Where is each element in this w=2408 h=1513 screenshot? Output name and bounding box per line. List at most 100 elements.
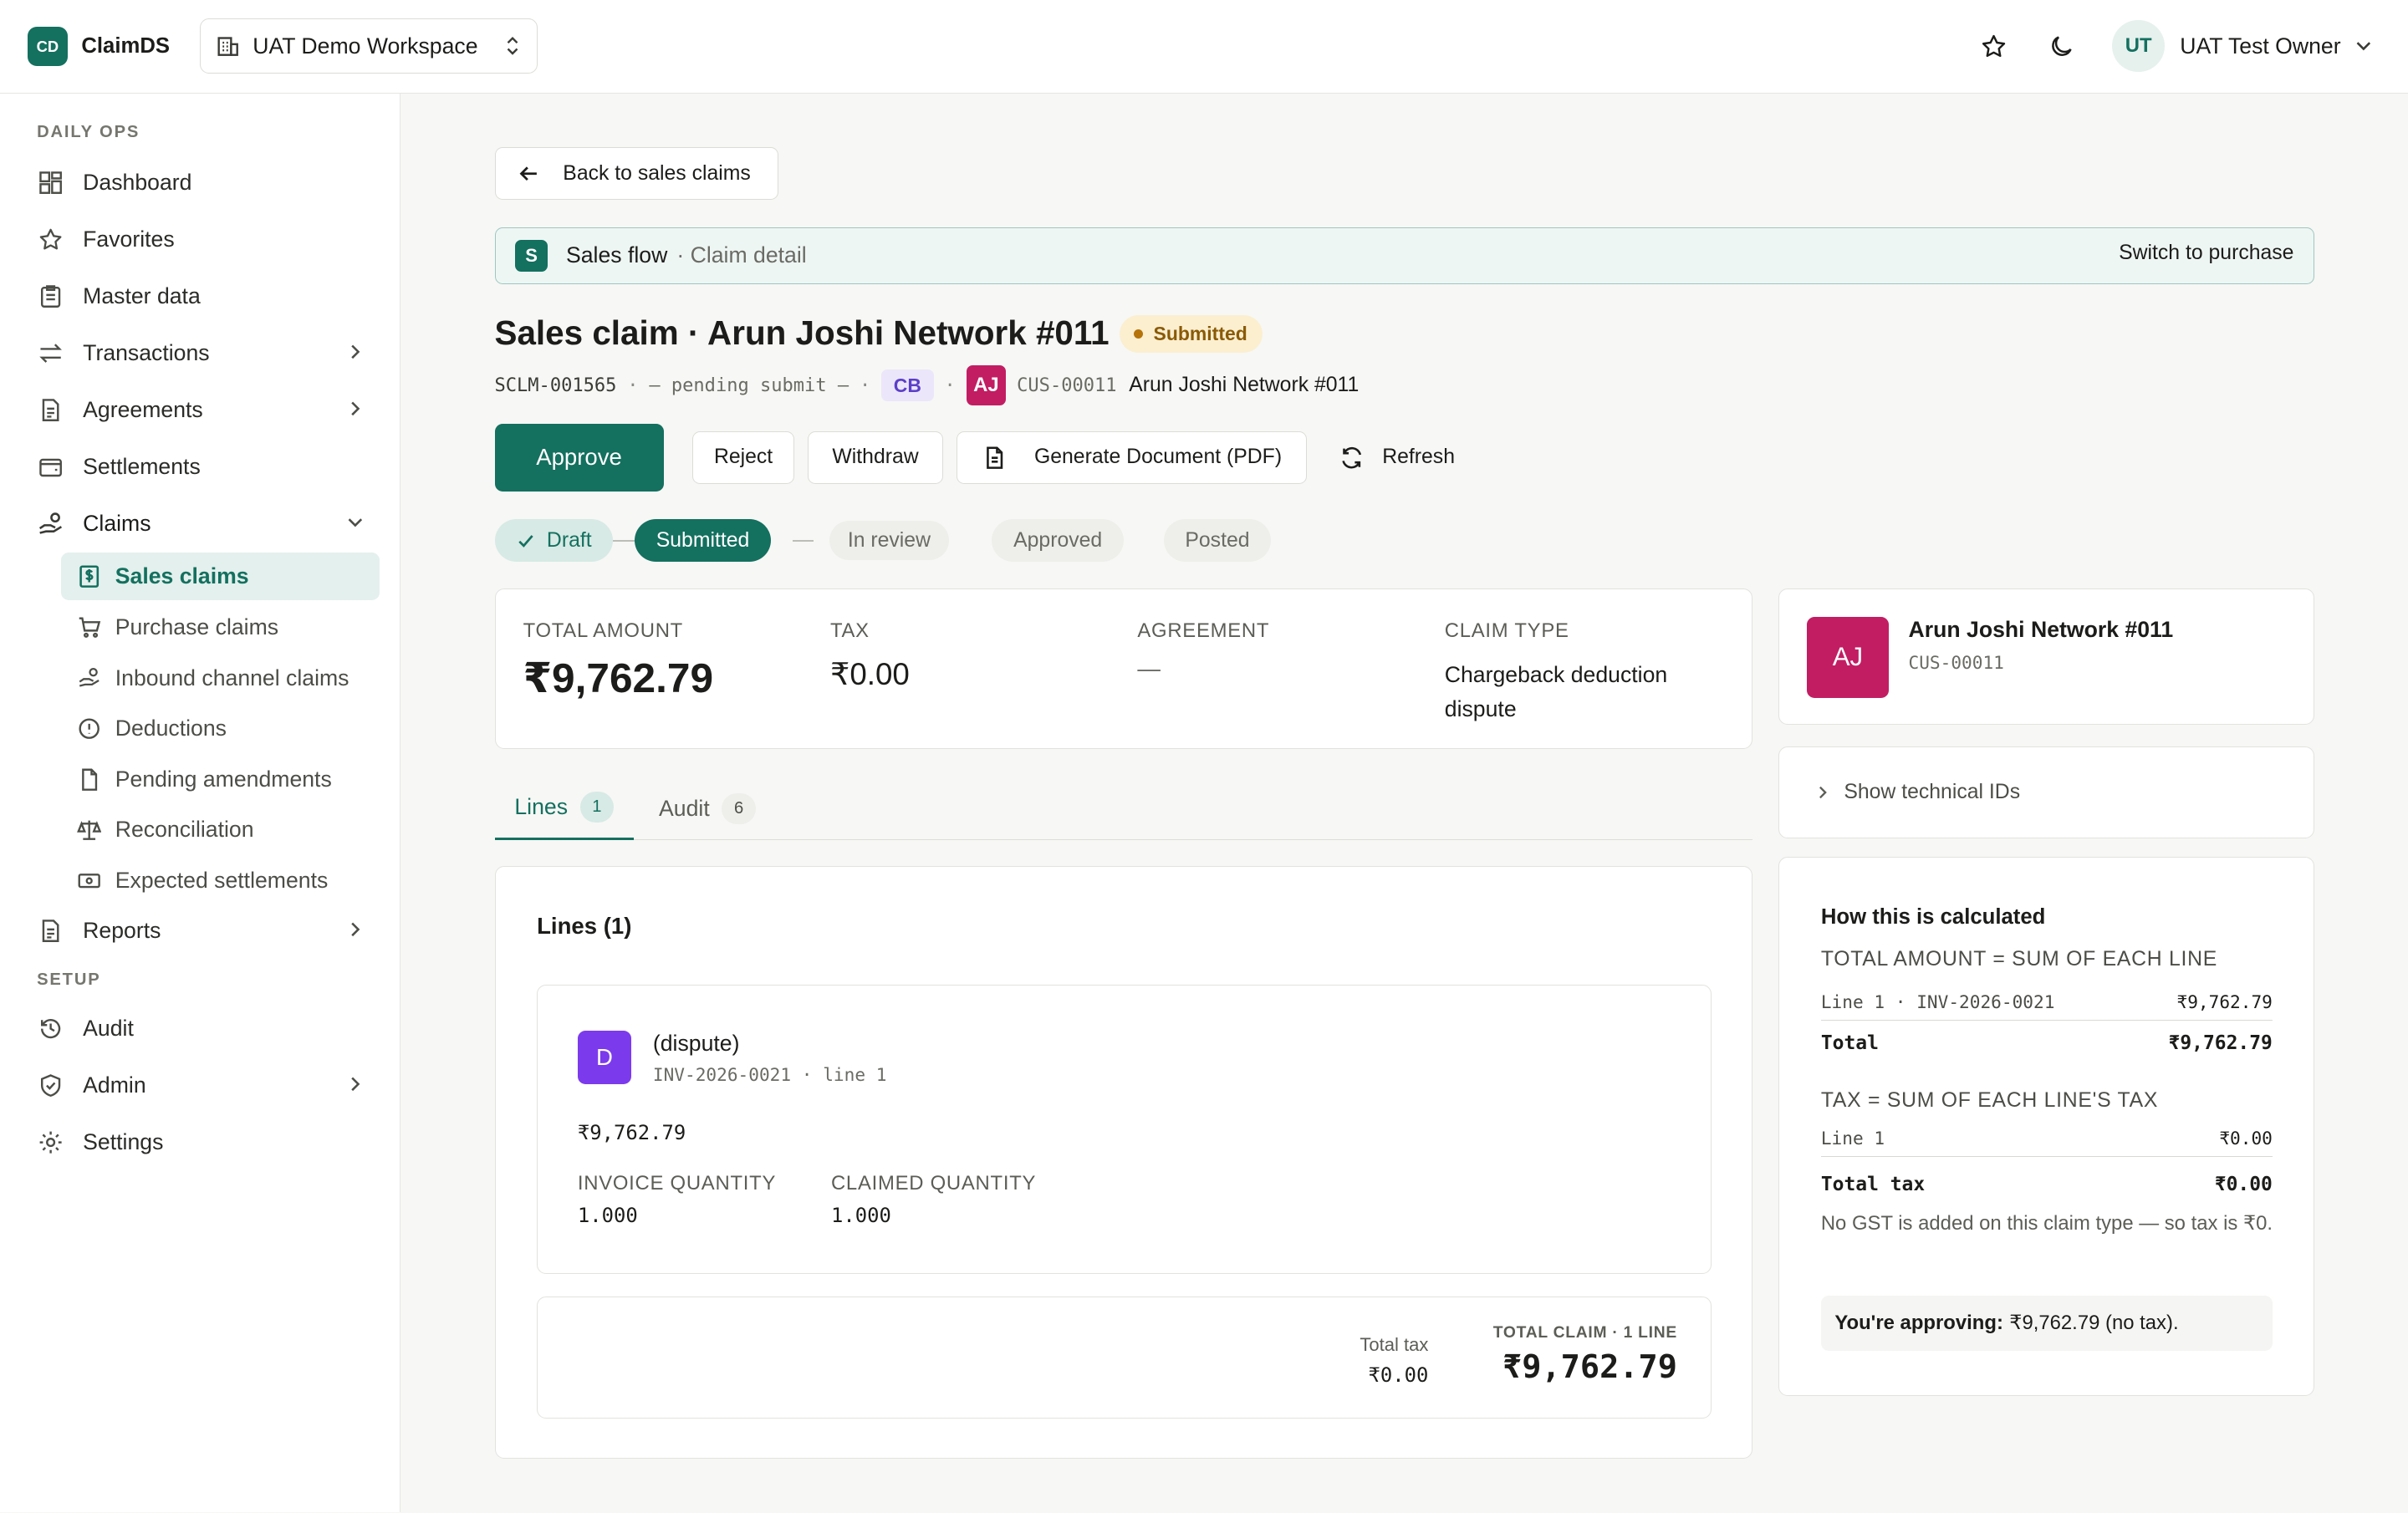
detail-tabs: Lines 1 Audit 6 (494, 777, 1752, 840)
reject-button[interactable]: Reject (692, 431, 794, 484)
sidebar-subitem-pending-amendments[interactable]: Pending amendments (61, 756, 379, 803)
claim-id: SCLM-001565 (494, 374, 617, 396)
step-connector (613, 539, 635, 542)
technical-ids-toggle[interactable]: Show technical IDs (1778, 746, 2315, 838)
refresh-icon (1339, 446, 1364, 470)
sidebar-item-reports[interactable]: Reports (24, 906, 378, 955)
shield-check-icon (37, 1072, 64, 1099)
calc-line-label: Line 1 · INV-2026-0021 (1820, 991, 2055, 1012)
customer-avatar-small: AJ (966, 365, 1007, 405)
refresh-button[interactable]: Refresh (1339, 431, 1455, 483)
sidebar-subitem-deductions[interactable]: Deductions (61, 705, 379, 752)
history-icon (37, 1015, 64, 1042)
arrow-left-icon (517, 161, 541, 186)
section-label-daily-ops: DAILY OPS (37, 122, 140, 141)
sidebar-subitem-purchase-claims[interactable]: Purchase claims (61, 604, 379, 651)
calc-total-line: Line 1 · INV-2026-0021 ₹9,762.79 (1820, 984, 2273, 1021)
sidebar-item-label: Transactions (83, 339, 210, 365)
claim-type-line: Chargeback deduction (1444, 662, 1668, 688)
total-tax-label: Total tax (1360, 1334, 1429, 1356)
total-claim-label: TOTAL CLAIM · 1 LINE (1492, 1323, 1677, 1342)
star-icon[interactable] (1977, 29, 2011, 63)
switch-to-purchase-link[interactable]: Switch to purchase (2119, 242, 2293, 265)
approving-value: ₹9,762.79 (no tax). (2009, 1312, 2179, 1335)
calculation-heading: How this is calculated (1820, 904, 2046, 929)
tab-label: Audit (659, 795, 710, 821)
tax-formula: TAX = SUM OF EACH LINE'S TAX (1820, 1089, 2159, 1113)
sidebar-subitem-reconciliation[interactable]: Reconciliation (61, 806, 379, 853)
sidebar-item-settings[interactable]: Settings (24, 1118, 378, 1167)
withdraw-button[interactable]: Withdraw (808, 431, 943, 484)
building-icon (216, 33, 240, 58)
workspace-switcher[interactable]: UAT Demo Workspace (199, 18, 538, 74)
approve-button[interactable]: Approve (494, 424, 664, 492)
sidebar-subitem-sales-claims[interactable]: Sales claims (61, 553, 380, 601)
sidebar-item-master-data[interactable]: Master data (24, 272, 378, 321)
hand-coins-icon (37, 510, 64, 537)
back-button[interactable]: Back to sales claims (494, 147, 779, 200)
brand[interactable]: CD ClaimDS (28, 26, 170, 67)
calc-line-value: ₹9,762.79 (2176, 991, 2273, 1012)
user-name[interactable]: UAT Test Owner (2180, 33, 2340, 59)
claim-type-label: CLAIM TYPE (1444, 619, 1569, 643)
line-item: D (dispute) INV-2026-0021 · line 1 ₹9,76… (537, 985, 1712, 1274)
sidebar-item-dashboard[interactable]: Dashboard (24, 158, 378, 207)
alert-circle-icon (77, 716, 101, 741)
lines-heading: Lines (1) (537, 913, 632, 940)
lines-card: Lines (1) D (dispute) INV-2026-0021 · li… (494, 866, 1752, 1460)
refresh-label: Refresh (1382, 446, 1455, 469)
sidebar-item-settlements[interactable]: Settlements (24, 442, 378, 492)
invoice-quantity-label: INVOICE QUANTITY (577, 1171, 777, 1195)
status-dot (1133, 329, 1143, 339)
total-formula: TOTAL AMOUNT = SUM OF EACH LINE (1820, 948, 2218, 971)
dashboard-icon (37, 169, 64, 196)
sidebar-item-label: Dashboard (83, 170, 192, 196)
action-bar: Approve Reject Withdraw Generate Documen… (494, 424, 1455, 492)
claimed-quantity-label: CLAIMED QUANTITY (830, 1171, 1037, 1195)
meta-separator: · (627, 374, 639, 396)
chevron-right-icon (344, 1073, 366, 1101)
flow-subtitle: · Claim detail (676, 242, 807, 268)
sidebar-item-claims[interactable]: Claims (24, 499, 378, 548)
total-claim-value: ₹9,762.79 (1502, 1348, 1677, 1387)
claim-type-value: Chargeback deduction dispute (1445, 658, 1667, 726)
gear-icon (37, 1128, 64, 1156)
line-badge: D (577, 1030, 632, 1085)
sidebar-subitem-label: Inbound channel claims (115, 665, 349, 690)
sidebar-item-agreements[interactable]: Agreements (24, 385, 378, 435)
sidebar-subitem-expected-settlements[interactable]: Expected settlements (61, 857, 379, 904)
sidebar-item-audit[interactable]: Audit (24, 1004, 378, 1053)
summary-card: TOTAL AMOUNT ₹9,762.79 TAX ₹0.00 AGREEME… (494, 588, 1752, 750)
customer-name-link[interactable]: Arun Joshi Network #011 (1129, 374, 1359, 397)
customer-code: CUS-00011 (1017, 374, 1117, 396)
sidebar-item-transactions[interactable]: Transactions (24, 329, 378, 378)
approving-prefix: You're approving: (1834, 1311, 2003, 1334)
calc-total-value: ₹9,762.79 (2168, 1032, 2273, 1055)
dollar-receipt-icon (77, 564, 101, 588)
sidebar-subitem-inbound-channel-claims[interactable]: Inbound channel claims (61, 655, 379, 702)
chevron-updown-icon (503, 35, 522, 57)
customer-avatar: AJ (1807, 616, 1889, 698)
sidebar-subitem-label: Purchase claims (115, 614, 279, 639)
meta-separator: · (859, 374, 871, 396)
sidebar-item-label: Favorites (83, 227, 175, 252)
generate-document-button[interactable]: Generate Document (PDF) (957, 431, 1308, 484)
tab-lines[interactable]: Lines 1 (494, 777, 634, 840)
sidebar-item-label: Settlements (83, 453, 201, 479)
chevron-down-icon (344, 512, 366, 539)
calc-total-row: Total ₹9,762.79 (1821, 1028, 2273, 1059)
sidebar-item-admin[interactable]: Admin (24, 1061, 378, 1110)
chevron-down-icon[interactable] (2353, 35, 2375, 57)
technical-ids-label: Show technical IDs (1844, 780, 2021, 803)
status-label: Submitted (1153, 323, 1247, 345)
customer-name[interactable]: Arun Joshi Network #011 (1909, 617, 2174, 643)
tab-audit[interactable]: Audit 6 (659, 777, 756, 840)
user-avatar[interactable]: UT (2112, 19, 2165, 73)
calc-tax-line: Line 1 ₹0.00 (1820, 1120, 2273, 1158)
step-posted: Posted (1163, 518, 1272, 563)
customer-card: AJ Arun Joshi Network #011 CUS-00011 (1778, 588, 2315, 726)
moon-icon[interactable] (2045, 29, 2079, 63)
sidebar-item-label: Reports (83, 917, 161, 943)
sidebar-item-favorites[interactable]: Favorites (24, 215, 378, 264)
calc-total-label: Total (1820, 1032, 1879, 1055)
